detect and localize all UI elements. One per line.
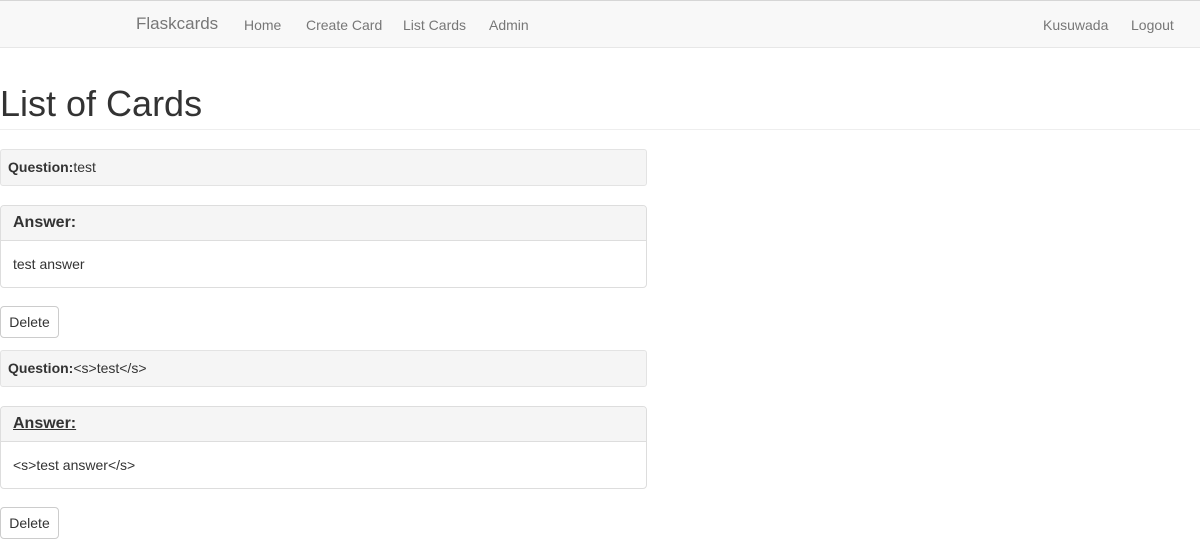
nav-logout[interactable]: Logout <box>1131 16 1174 34</box>
answer-text: <s>test answer</s> <box>13 457 136 473</box>
question-label: Question: <box>8 159 74 175</box>
title-divider <box>0 129 1200 130</box>
answer-body: <s>test answer</s> <box>1 442 646 488</box>
answer-body: test answer <box>1 241 646 287</box>
card-answer-panel: Answer: <s>test answer</s> <box>0 406 647 489</box>
answer-label: Answer: <box>13 415 77 432</box>
delete-button[interactable]: Delete <box>0 507 59 539</box>
nav-home[interactable]: Home <box>244 16 281 34</box>
question-label: Question: <box>8 360 74 376</box>
answer-text: test answer <box>13 256 85 272</box>
answer-heading: Answer: <box>1 407 646 442</box>
page-title: List of Cards <box>0 83 203 124</box>
brand-link[interactable]: Flaskcards <box>136 14 218 34</box>
question-text: test <box>73 159 96 175</box>
navbar: Flaskcards Home Create Card List Cards A… <box>0 1 1200 48</box>
answer-label: Answer: <box>13 214 77 231</box>
nav-admin[interactable]: Admin <box>489 16 529 34</box>
nav-list-cards[interactable]: List Cards <box>403 16 466 34</box>
delete-button[interactable]: Delete <box>0 306 59 338</box>
card-question: Question:<s>test</s> <box>0 350 647 387</box>
nav-user[interactable]: Kusuwada <box>1043 16 1108 34</box>
question-text: <s>test</s> <box>73 360 147 376</box>
card-question: Question:test <box>0 149 647 186</box>
card-answer-panel: Answer: test answer <box>0 205 647 288</box>
answer-heading: Answer: <box>1 206 646 241</box>
nav-create-card[interactable]: Create Card <box>306 16 382 34</box>
